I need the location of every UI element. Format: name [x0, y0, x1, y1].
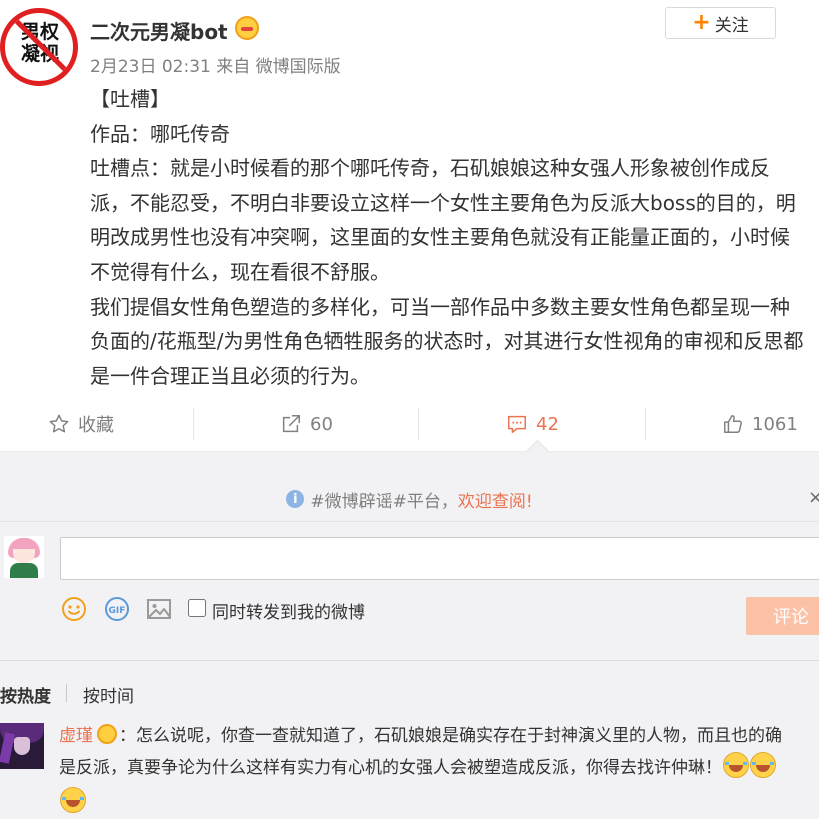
repost-label: 同时转发到我的微博	[212, 603, 365, 623]
commenter-avatar[interactable]	[0, 723, 44, 769]
sort-by-time-tab[interactable]: 按时间	[83, 682, 134, 707]
post-line: 我们提倡女性角色塑造的多样化，可当一部作品中多数主要女性角色都呈现一种	[90, 294, 790, 319]
laugh-cry-emoji-icon	[60, 787, 86, 813]
avatar-face	[13, 549, 35, 563]
post-line: 派，不能忍受，不明白非要设立这样一个女性主要角色为反派大boss的目的，明	[90, 190, 796, 215]
notice-divider	[0, 521, 819, 522]
post-line: 作品：哪吒传奇	[90, 121, 230, 146]
repost-count: 60	[310, 413, 333, 435]
author-avatar[interactable]: 男权 凝视	[0, 8, 78, 86]
star-icon	[49, 414, 69, 433]
favorite-button[interactable]: 收藏	[48, 398, 114, 450]
action-divider	[418, 408, 419, 440]
follow-button[interactable]: + 关注	[665, 7, 776, 39]
smile-icon[interactable]	[61, 596, 87, 622]
post-line: 不觉得有什么，现在看很不舒服。	[90, 259, 390, 284]
my-avatar[interactable]	[4, 536, 44, 578]
comment-count: 42	[536, 413, 559, 435]
submit-comment-button[interactable]: 评论	[746, 597, 819, 635]
comment-input[interactable]	[60, 537, 819, 580]
action-divider	[645, 408, 646, 440]
image-icon[interactable]	[146, 596, 172, 622]
thumbs-up-icon	[724, 415, 742, 433]
post-line: 明改成男性也没有冲突啊，这里面的女性主要角色就没有正能量正面的，小时候	[90, 225, 790, 250]
vip-crown-icon	[235, 16, 259, 40]
post-line: 吐槽点：就是小时候看的那个哪吒传奇，石矶娘娘这种女强人形象被创作成反	[90, 156, 770, 181]
post-meta: 2月23日 02:31 来自 微博国际版	[90, 57, 341, 77]
comment-text: ：怎么说呢，你查一查就知道了，石矶娘娘是确实存在于封神演义里的人物，而且也的确	[119, 726, 782, 746]
sort-by-hot-tab[interactable]: 按热度	[0, 682, 51, 707]
action-divider	[193, 408, 194, 440]
svg-text:GIF: GIF	[109, 606, 126, 616]
comment-icon	[508, 415, 526, 433]
avatar-body	[10, 563, 38, 578]
laugh-cry-emoji-icon	[750, 752, 776, 778]
author-name[interactable]: 二次元男凝bot	[90, 16, 228, 45]
commenter-name[interactable]: 虚瑾	[59, 726, 93, 746]
info-icon: i	[286, 490, 305, 508]
close-icon[interactable]: ×	[808, 487, 819, 508]
post-text: 【吐槽】 作品：哪吒传奇 吐槽点：就是小时候看的那个哪吒传奇，石矶娘娘这种女强人…	[90, 82, 819, 393]
repost-checkbox[interactable]	[188, 599, 206, 617]
vip-crown-icon	[97, 724, 117, 744]
like-button[interactable]: 1061	[722, 398, 798, 450]
rumor-notice: i #微博辟谣#平台， 欢迎查阅!	[0, 478, 819, 520]
comment-item-continued: 是反派，真要争论为什么这样有实力有心机的女强人会被塑造成反派，你得去找许仲琳！	[59, 752, 776, 784]
notice-link[interactable]: 欢迎查阅!	[458, 487, 533, 512]
comments-divider	[0, 660, 819, 661]
share-icon	[282, 415, 300, 433]
notice-text: #微博辟谣#平台，	[310, 491, 458, 512]
sort-divider	[66, 684, 67, 702]
action-bar: 收藏 60 42 1061	[0, 398, 819, 452]
repost-button[interactable]: 60	[280, 398, 333, 450]
follow-label: 关注	[714, 15, 749, 36]
laugh-cry-emoji-icon	[723, 752, 749, 778]
favorite-label: 收藏	[78, 415, 114, 436]
post-line: 【吐槽】	[90, 87, 170, 111]
like-count: 1061	[752, 413, 798, 435]
comment-button[interactable]: 42	[506, 398, 559, 450]
avatar-face	[14, 737, 30, 755]
comment-text: 是反派，真要争论为什么这样有实力有心机的女强人会被塑造成反派，你得去找许仲琳！	[59, 758, 722, 778]
comment-item: 虚瑾 ：怎么说呢，你查一查就知道了，石矶娘娘是确实存在于封神演义里的人物，而且也的…	[59, 720, 782, 752]
gif-icon[interactable]: GIF	[104, 596, 130, 622]
plus-icon: +	[692, 10, 711, 35]
post-line: 是一件合理正当且必须的行为。	[90, 363, 370, 388]
post-line: 负面的/花瓶型/为男性角色牺牲服务的状态时，对其进行女性视角的审视和反思都	[90, 329, 804, 354]
